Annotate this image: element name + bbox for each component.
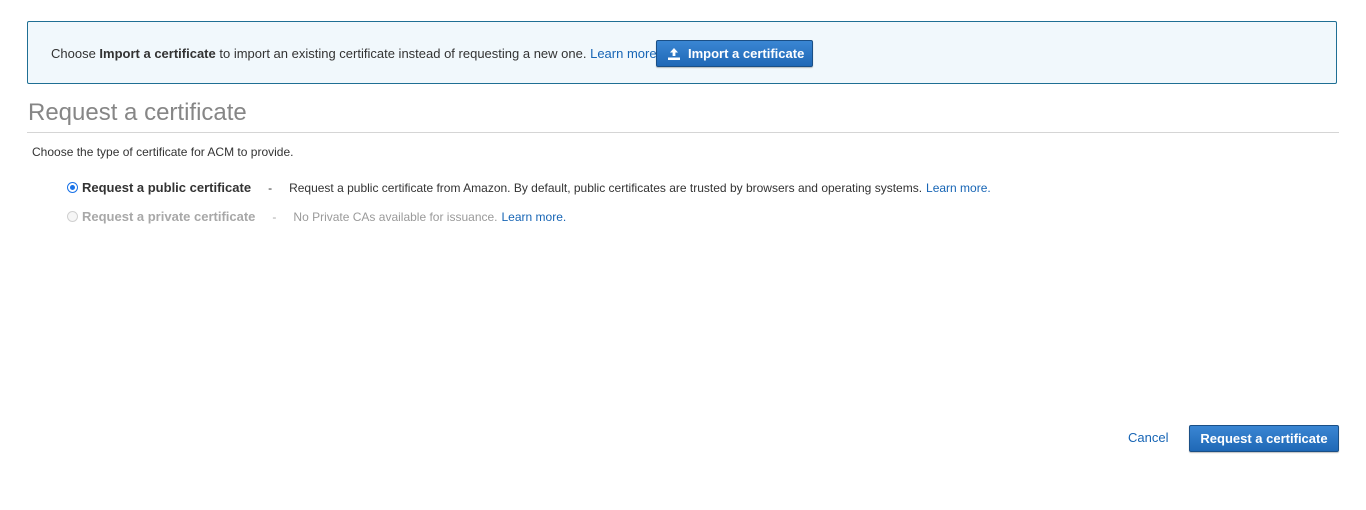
info-bold-text: Import a certificate <box>99 46 216 61</box>
request-certificate-page: Choose Import a certificate to import an… <box>0 0 1366 510</box>
option-public-certificate[interactable]: Request a public certificate - Request a… <box>67 180 991 195</box>
public-learn-more-link[interactable]: Learn more. <box>926 181 991 195</box>
page-title: Request a certificate <box>28 99 247 126</box>
import-certificate-button[interactable]: Import a certificate <box>656 40 813 67</box>
public-description-text: Request a public certificate from Amazon… <box>289 180 923 195</box>
info-suffix: to import an existing certificate instea… <box>215 46 587 61</box>
private-certificate-description: No Private CAs available for issuance. Le… <box>293 210 566 224</box>
private-certificate-label: Request a private certificate <box>82 209 256 224</box>
option-separator: - <box>272 209 277 224</box>
private-learn-more-link[interactable]: Learn more. <box>502 210 567 224</box>
page-subtitle: Choose the type of certificate for ACM t… <box>32 145 294 159</box>
title-divider <box>27 132 1339 133</box>
info-prefix: Choose <box>51 46 100 61</box>
request-certificate-button[interactable]: Request a certificate <box>1189 425 1339 452</box>
option-separator: - <box>268 180 273 195</box>
option-private-certificate: Request a private certificate - No Priva… <box>67 209 566 224</box>
public-certificate-radio[interactable] <box>67 182 78 193</box>
import-info-banner: Choose Import a certificate to import an… <box>27 21 1337 84</box>
cancel-button[interactable]: Cancel <box>1128 430 1168 446</box>
upload-icon <box>668 47 680 60</box>
public-certificate-description: Request a public certificate from Amazon… <box>289 181 991 195</box>
public-certificate-label[interactable]: Request a public certificate <box>82 180 251 195</box>
import-button-label: Import a certificate <box>688 46 805 61</box>
private-certificate-radio <box>67 211 78 222</box>
request-button-label: Request a certificate <box>1200 431 1328 446</box>
private-description-text: No Private CAs available for issuance. <box>293 209 498 224</box>
info-banner-text: Choose Import a certificate to import an… <box>51 46 660 62</box>
info-learn-more-link[interactable]: Learn more. <box>590 46 660 61</box>
